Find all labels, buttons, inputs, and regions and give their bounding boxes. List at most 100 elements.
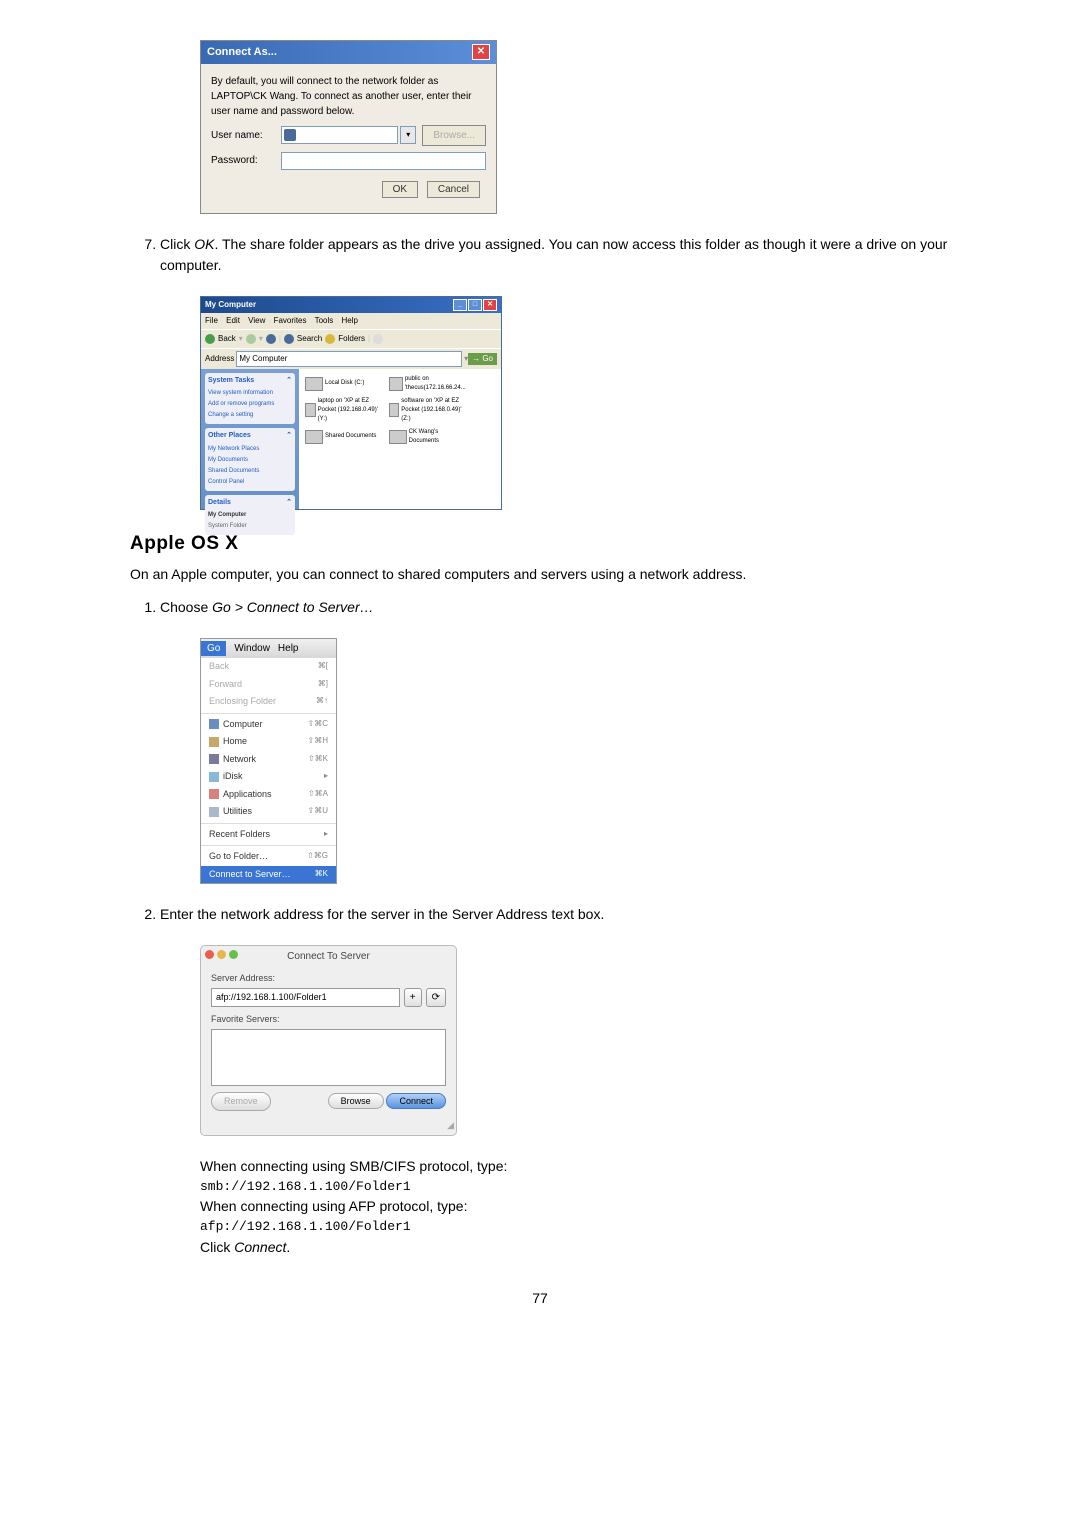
folders-button[interactable]: Folders (338, 333, 365, 345)
menu-recent[interactable]: Recent Folders▸ (201, 826, 336, 844)
step-2: Enter the network address for the server… (160, 904, 950, 925)
history-button[interactable]: ⟳ (426, 988, 446, 1007)
sidebar-shared-docs[interactable]: Shared Documents (208, 466, 292, 477)
menu-computer[interactable]: Computer⇧⌘C (201, 716, 336, 734)
drive-ck[interactable]: CK Wang's Documents (389, 428, 469, 446)
forward-icon[interactable] (246, 334, 256, 344)
sidebar-control-panel[interactable]: Control Panel (208, 477, 292, 488)
menu-applications[interactable]: Applications⇧⌘A (201, 786, 336, 804)
drive-shared[interactable]: Shared Documents (305, 428, 385, 446)
add-favorite-button[interactable]: + (404, 988, 422, 1007)
zoom-traffic-icon[interactable] (229, 950, 238, 959)
address-input[interactable] (236, 351, 462, 367)
page-number: 77 (130, 1288, 950, 1309)
clock-icon: ⟳ (432, 992, 440, 1003)
close-icon[interactable]: ✕ (483, 299, 497, 311)
close-traffic-icon[interactable] (205, 950, 214, 959)
network-drive-icon (389, 377, 403, 391)
username-label: User name: (211, 128, 281, 143)
back-icon[interactable] (205, 334, 215, 344)
search-icon[interactable] (284, 334, 294, 344)
drive-public[interactable]: public on 'thecus(172.16.66.24... (389, 375, 469, 393)
views-icon[interactable] (373, 334, 383, 344)
sidebar-add-remove[interactable]: Add or remove programs (208, 399, 292, 410)
maximize-icon[interactable]: □ (468, 299, 482, 311)
menu-view[interactable]: View (248, 316, 265, 325)
ok-button[interactable]: OK (382, 181, 418, 198)
sidebar-network-places[interactable]: My Network Places (208, 444, 292, 455)
other-places-header: Other Places (208, 431, 251, 442)
remove-button[interactable]: Remove (211, 1092, 271, 1112)
connect-as-dialog: Connect As... ✕ By default, you will con… (200, 40, 497, 214)
home-icon (209, 737, 219, 747)
folder-icon (389, 430, 407, 444)
browse-button[interactable]: Browse... (422, 125, 486, 146)
sidebar-view-system[interactable]: View system information (208, 388, 292, 399)
resize-handle[interactable]: ◢ (201, 1119, 456, 1135)
search-button[interactable]: Search (297, 333, 322, 345)
network-drive-icon (305, 403, 316, 417)
dialog-title-bar: Connect As... ✕ (201, 41, 496, 64)
menu-favorites[interactable]: Favorites (274, 316, 307, 325)
explorer-main: Local Disk (C:) public on 'thecus(172.16… (299, 369, 501, 509)
menu-connect-server[interactable]: Connect to Server…⌘K (201, 866, 336, 884)
network-drive-icon (389, 403, 399, 417)
apple-intro: On an Apple computer, you can connect to… (130, 564, 950, 585)
menu-network[interactable]: Network⇧⌘K (201, 751, 336, 769)
details-mycomputer: My Computer (208, 510, 292, 521)
menu-home[interactable]: Home⇧⌘H (201, 733, 336, 751)
drive-local[interactable]: Local Disk (C:) (305, 375, 385, 393)
menu-help[interactable]: Help (278, 643, 299, 654)
minimize-icon[interactable]: _ (453, 299, 467, 311)
click-connect: Click Connect. (200, 1237, 950, 1258)
menu-goto[interactable]: Go to Folder…⇧⌘G (201, 848, 336, 866)
cancel-button[interactable]: Cancel (427, 181, 480, 198)
menu-go[interactable]: Go (201, 641, 226, 656)
smb-text: When connecting using SMB/CIFS protocol,… (200, 1156, 950, 1177)
menu-help[interactable]: Help (342, 316, 358, 325)
folders-icon[interactable] (325, 334, 335, 344)
favorite-servers-list[interactable] (211, 1029, 446, 1086)
minimize-traffic-icon[interactable] (217, 950, 226, 959)
username-input[interactable] (281, 126, 398, 144)
favorite-servers-label: Favorite Servers: (211, 1013, 446, 1027)
afp-text: When connecting using AFP protocol, type… (200, 1196, 950, 1217)
explorer-title: My Computer (205, 299, 256, 311)
close-icon[interactable]: ✕ (472, 44, 490, 60)
browse-button[interactable]: Browse (328, 1093, 384, 1109)
server-address-input[interactable]: afp://192.168.1.100/Folder1 (211, 988, 400, 1008)
go-button[interactable]: → Go (468, 353, 497, 365)
password-label: Password: (211, 153, 281, 168)
sidebar-change-setting[interactable]: Change a setting (208, 410, 292, 421)
collapse-icon[interactable]: ⌃ (286, 498, 292, 509)
folder-icon (305, 430, 323, 444)
drive-icon (305, 377, 323, 391)
drive-laptop[interactable]: laptop on 'XP at EZ Pocket (192.168.0.49… (305, 397, 385, 424)
menu-utilities[interactable]: Utilities⇧⌘U (201, 803, 336, 821)
menu-tools[interactable]: Tools (315, 316, 334, 325)
menu-back: Back⌘[ (201, 658, 336, 676)
utilities-icon (209, 807, 219, 817)
up-icon[interactable] (266, 334, 276, 344)
collapse-icon[interactable]: ⌃ (286, 376, 292, 387)
menu-window[interactable]: Window (234, 643, 270, 654)
collapse-icon[interactable]: ⌃ (286, 431, 292, 442)
idisk-icon (209, 772, 219, 782)
username-dropdown[interactable]: ▾ (400, 126, 416, 144)
toolbar: Back ▾ ▾ | Search Folders | (201, 329, 501, 348)
system-tasks-header: System Tasks (208, 376, 254, 387)
step-1: Choose Go > Connect to Server… (160, 597, 950, 618)
address-label: Address (205, 353, 234, 365)
password-input[interactable] (281, 152, 486, 170)
menu-edit[interactable]: Edit (226, 316, 240, 325)
menu-file[interactable]: File (205, 316, 218, 325)
user-icon (284, 129, 296, 141)
drive-software[interactable]: software on 'XP at EZ Pocket (192.168.0.… (389, 397, 469, 424)
dialog-title: Connect As... (207, 44, 277, 61)
back-button[interactable]: Back (218, 333, 236, 345)
menu-idisk[interactable]: iDisk▸ (201, 768, 336, 786)
connect-button[interactable]: Connect (386, 1093, 446, 1109)
step-7: Click OK. The share folder appears as th… (160, 234, 950, 276)
sidebar-my-documents[interactable]: My Documents (208, 455, 292, 466)
smb-code: smb://192.168.1.100/Folder1 (200, 1177, 950, 1197)
